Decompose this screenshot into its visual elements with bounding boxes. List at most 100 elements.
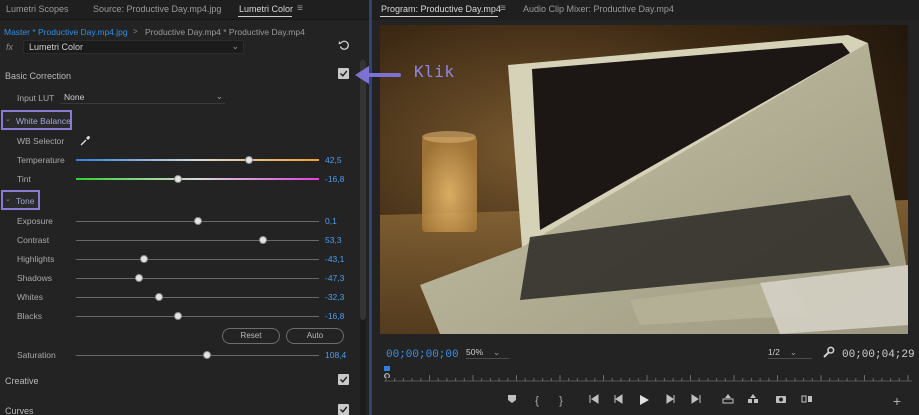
basic-correction-title[interactable]: Basic Correction: [5, 71, 71, 81]
panel-menu-icon[interactable]: ≡: [297, 3, 303, 14]
input-lut-label: Input LUT: [17, 93, 55, 103]
input-lut-value: None: [64, 92, 85, 102]
shadows-slider[interactable]: [76, 278, 319, 279]
whites-slider-knob[interactable]: [154, 293, 163, 301]
time-ruler[interactable]: [384, 368, 912, 384]
panel-menu-icon[interactable]: ≡: [500, 3, 506, 14]
add-marker-icon[interactable]: [505, 394, 519, 408]
exposure-label: Exposure: [17, 216, 53, 226]
chevron-down-icon: ⌄: [493, 347, 501, 357]
chevron-down-icon[interactable]: ⌄: [5, 115, 11, 123]
tab-program[interactable]: Program: Productive Day.mp4: [381, 4, 501, 14]
resolution-select[interactable]: 1/2 ⌄: [768, 347, 812, 359]
highlights-slider-knob[interactable]: [140, 255, 149, 263]
contrast-label: Contrast: [17, 235, 50, 245]
duration-timecode: 00;00;04;29: [842, 349, 915, 361]
step-back-icon[interactable]: [612, 394, 626, 408]
panel-scrollbar-thumb[interactable]: [360, 60, 366, 320]
left-tab-bar: Lumetri Scopes Source: Productive Day.mp…: [0, 0, 369, 20]
reset-button[interactable]: Reset: [222, 328, 280, 344]
tab-audio-clip-mixer[interactable]: Audio Clip Mixer: Productive Day.mp4: [523, 4, 674, 14]
zoom-select[interactable]: 50% ⌄: [466, 347, 509, 359]
saturation-slider[interactable]: [76, 355, 319, 356]
reset-effect-icon[interactable]: [338, 39, 350, 51]
blacks-slider[interactable]: [76, 316, 319, 317]
auto-button[interactable]: Auto: [286, 328, 344, 344]
temperature-label: Temperature: [17, 155, 65, 165]
chevron-down-icon: ⌄: [215, 91, 223, 101]
temperature-value[interactable]: 42,5: [325, 155, 342, 165]
breadcrumb-master[interactable]: Master * Productive Day.mp4.jpg: [4, 27, 128, 37]
blacks-label: Blacks: [17, 311, 43, 321]
input-lut-select[interactable]: None ⌄: [60, 91, 225, 104]
mark-in-icon[interactable]: {: [530, 394, 544, 408]
blacks-value[interactable]: -16,8: [325, 311, 344, 321]
current-timecode[interactable]: 00;00;00;00: [386, 349, 459, 361]
shadows-slider-knob[interactable]: [135, 274, 144, 282]
tint-value[interactable]: -16,8: [325, 174, 344, 184]
play-icon[interactable]: [637, 394, 651, 408]
shadows-label: Shadows: [17, 273, 52, 283]
saturation-value[interactable]: 108,4: [325, 350, 346, 360]
creative-title[interactable]: Creative: [5, 376, 39, 386]
extract-icon[interactable]: [746, 394, 760, 408]
export-frame-icon[interactable]: [774, 394, 788, 408]
chevron-down-icon: ⌄: [789, 347, 797, 357]
creative-checkbox[interactable]: [338, 374, 349, 385]
chevron-down-icon[interactable]: ⌄: [5, 195, 11, 203]
tone-title[interactable]: Tone: [16, 196, 34, 206]
fx-badge: fx: [6, 42, 14, 52]
highlights-label: Highlights: [17, 254, 55, 264]
wb-selector-label: WB Selector: [17, 136, 65, 146]
playhead-marker[interactable]: [384, 366, 390, 378]
mark-out-icon[interactable]: }: [554, 394, 568, 408]
annotation-label: Klik: [414, 62, 455, 81]
contrast-value[interactable]: 53,3: [325, 235, 342, 245]
chevron-down-icon: ⌄: [231, 41, 239, 51]
annotation-arrow-icon: [355, 66, 401, 84]
effect-select[interactable]: Lumetri Color ⌄: [23, 40, 244, 54]
active-tab-indicator: [238, 16, 292, 17]
basic-correction-checkbox[interactable]: [338, 68, 349, 79]
saturation-label: Saturation: [17, 350, 56, 360]
breadcrumb-clip[interactable]: Productive Day.mp4 * Productive Day.mp4: [145, 27, 305, 37]
whites-value[interactable]: -32,3: [325, 292, 344, 302]
video-image: [380, 25, 908, 334]
whites-slider[interactable]: [76, 297, 319, 298]
add-button-icon[interactable]: +: [890, 394, 904, 408]
shadows-value[interactable]: -47,3: [325, 273, 344, 283]
temperature-slider[interactable]: [76, 159, 319, 161]
contrast-slider-knob[interactable]: [259, 236, 268, 244]
blacks-slider-knob[interactable]: [174, 312, 183, 320]
resolution-value: 1/2: [768, 347, 780, 357]
effect-select-value: Lumetri Color: [29, 42, 84, 52]
right-tab-bar: Program: Productive Day.mp4 ≡ Audio Clip…: [372, 0, 919, 20]
step-forward-icon[interactable]: [663, 394, 677, 408]
go-to-out-icon[interactable]: [688, 394, 702, 408]
white-balance-title[interactable]: White Balance: [16, 116, 71, 126]
go-to-in-icon[interactable]: [588, 394, 602, 408]
eyedropper-icon[interactable]: [79, 135, 91, 147]
comparison-view-icon[interactable]: [800, 394, 814, 408]
highlights-value[interactable]: -43,1: [325, 254, 344, 264]
lumetri-panel: Lumetri Scopes Source: Productive Day.mp…: [0, 0, 369, 415]
contrast-slider[interactable]: [76, 240, 319, 241]
exposure-value[interactable]: 0,1: [325, 216, 337, 226]
tint-label: Tint: [17, 174, 31, 184]
active-tab-indicator: [380, 16, 498, 17]
lift-icon[interactable]: [721, 394, 735, 408]
temperature-slider-knob[interactable]: [244, 156, 253, 164]
tint-slider-knob[interactable]: [174, 175, 183, 183]
exposure-slider-knob[interactable]: [193, 217, 202, 225]
curves-title[interactable]: Curves: [5, 406, 34, 415]
tint-slider[interactable]: [76, 178, 319, 180]
highlights-slider[interactable]: [76, 259, 319, 260]
program-video-frame[interactable]: [380, 25, 908, 334]
tab-source[interactable]: Source: Productive Day.mp4.jpg: [93, 4, 221, 14]
settings-wrench-icon[interactable]: [822, 346, 835, 359]
curves-checkbox[interactable]: [338, 404, 349, 415]
zoom-value: 50%: [466, 347, 484, 357]
tab-lumetri-color[interactable]: Lumetri Color: [239, 4, 293, 14]
saturation-slider-knob[interactable]: [203, 351, 212, 359]
tab-lumetri-scopes[interactable]: Lumetri Scopes: [6, 4, 69, 14]
